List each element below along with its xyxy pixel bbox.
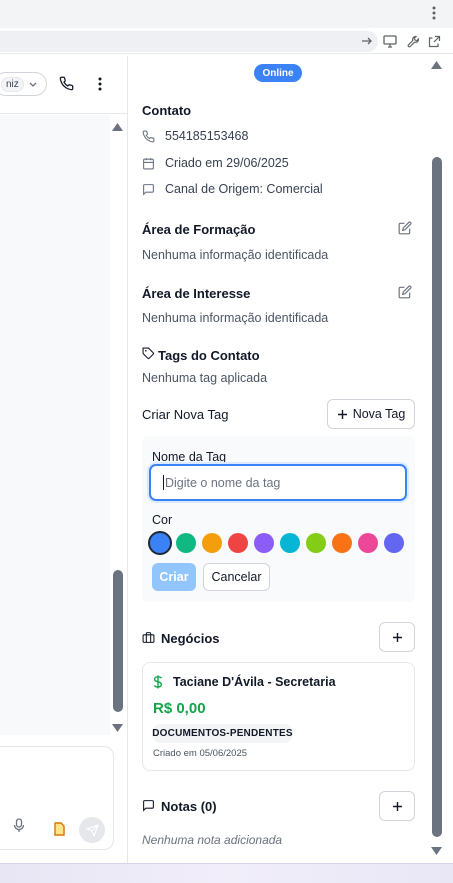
external-link-icon[interactable]	[426, 33, 442, 49]
contact-origin-row: Canal de Origem: Comercial	[142, 182, 323, 196]
tag-icon	[142, 347, 155, 360]
notes-empty: Nenhuma nota adicionada	[142, 833, 283, 847]
color-swatch[interactable]	[228, 533, 248, 553]
dollar-icon	[153, 675, 163, 689]
tag-name-label: Nome da Tag	[152, 450, 227, 464]
edit-interesse-icon[interactable]	[398, 285, 412, 299]
deal-name: Taciane D'Ávila - Secretaria	[173, 675, 336, 689]
chevron-down-icon	[28, 79, 38, 89]
color-swatch[interactable]	[332, 533, 352, 553]
messages-area[interactable]	[0, 115, 110, 735]
color-swatch[interactable]	[254, 533, 274, 553]
formacao-title: Área de Formação	[142, 222, 256, 237]
color-swatch[interactable]	[384, 533, 404, 553]
contact-created-row: Criado em 29/06/2025	[142, 156, 289, 170]
edit-formacao-icon[interactable]	[398, 221, 412, 235]
contact-created: Criado em 29/06/2025	[165, 156, 289, 170]
assignee-select-value: niz	[1, 76, 24, 92]
contact-phone-row: 554185153468	[142, 129, 248, 143]
address-bar[interactable]	[0, 31, 378, 52]
contact-phone[interactable]: 554185153468	[165, 129, 248, 143]
tags-title: Tags do Contato	[158, 348, 260, 363]
color-swatch[interactable]	[358, 533, 378, 553]
wrench-icon[interactable]	[405, 33, 421, 49]
status-badge: Online	[254, 64, 302, 82]
send-button[interactable]	[79, 817, 105, 843]
plus-icon	[392, 801, 403, 812]
add-deal-button[interactable]	[379, 622, 415, 652]
deal-stage-badge: DOCUMENTOS-PENDENTES	[152, 724, 293, 743]
scroll-up-arrow-icon[interactable]	[430, 60, 443, 70]
contact-origin: Canal de Origem: Comercial	[165, 182, 323, 196]
color-swatch[interactable]	[150, 533, 170, 553]
color-swatch[interactable]	[306, 533, 326, 553]
add-note-button[interactable]	[379, 791, 415, 821]
create-tag-button[interactable]: Criar	[152, 563, 196, 591]
chat-scrollbar-thumb[interactable]	[113, 570, 123, 712]
deal-value: R$ 0,00	[153, 700, 206, 717]
text-caret	[163, 475, 164, 490]
color-swatch[interactable]	[176, 533, 196, 553]
briefcase-icon	[142, 631, 155, 644]
scroll-down-arrow-icon[interactable]	[430, 846, 443, 856]
more-vertical-icon[interactable]	[98, 77, 102, 91]
new-tag-button-label: Nova Tag	[352, 407, 406, 421]
notes-title: Notas (0)	[161, 799, 217, 814]
arrow-right-icon[interactable]	[359, 33, 375, 49]
mic-icon[interactable]	[13, 818, 25, 833]
scroll-down-arrow-icon[interactable]	[111, 723, 124, 733]
color-swatch[interactable]	[202, 533, 222, 553]
assignee-select[interactable]: niz	[0, 72, 47, 96]
file-icon[interactable]	[53, 822, 66, 836]
tags-empty: Nenhuma tag aplicada	[142, 371, 268, 385]
formacao-value: Nenhuma informação identificada	[142, 248, 329, 262]
phone-icon	[142, 130, 155, 143]
send-icon	[85, 823, 99, 837]
browser-top-strip	[0, 0, 453, 28]
details-scrollbar-thumb[interactable]	[432, 157, 442, 837]
tag-name-placeholder: Digite o nome da tag	[165, 475, 281, 490]
new-tag-title: Criar Nova Tag	[142, 407, 229, 422]
taskbar-strip	[0, 863, 453, 883]
calendar-icon	[142, 157, 155, 170]
deal-created: Criado em 05/06/2025	[153, 748, 248, 759]
phone-icon[interactable]	[59, 76, 74, 91]
deals-title: Negócios	[161, 631, 220, 646]
scroll-up-arrow-icon[interactable]	[111, 122, 124, 132]
monitor-icon[interactable]	[382, 33, 398, 49]
tag-name-input[interactable]: Digite o nome da tag	[149, 464, 407, 501]
contact-section-title: Contato	[142, 103, 192, 118]
new-tag-button[interactable]: Nova Tag	[327, 399, 415, 429]
color-swatch[interactable]	[280, 533, 300, 553]
plus-icon	[392, 632, 403, 643]
color-picker	[150, 532, 410, 554]
interesse-title: Área de Interesse	[142, 286, 251, 301]
color-label: Cor	[152, 513, 173, 527]
interesse-value: Nenhuma informação identificada	[142, 311, 329, 325]
kebab-vertical-icon[interactable]	[426, 5, 442, 21]
plus-icon	[337, 409, 348, 420]
message-square-icon	[142, 799, 155, 812]
message-square-icon	[142, 183, 155, 196]
cancel-tag-button[interactable]: Cancelar	[203, 563, 270, 591]
